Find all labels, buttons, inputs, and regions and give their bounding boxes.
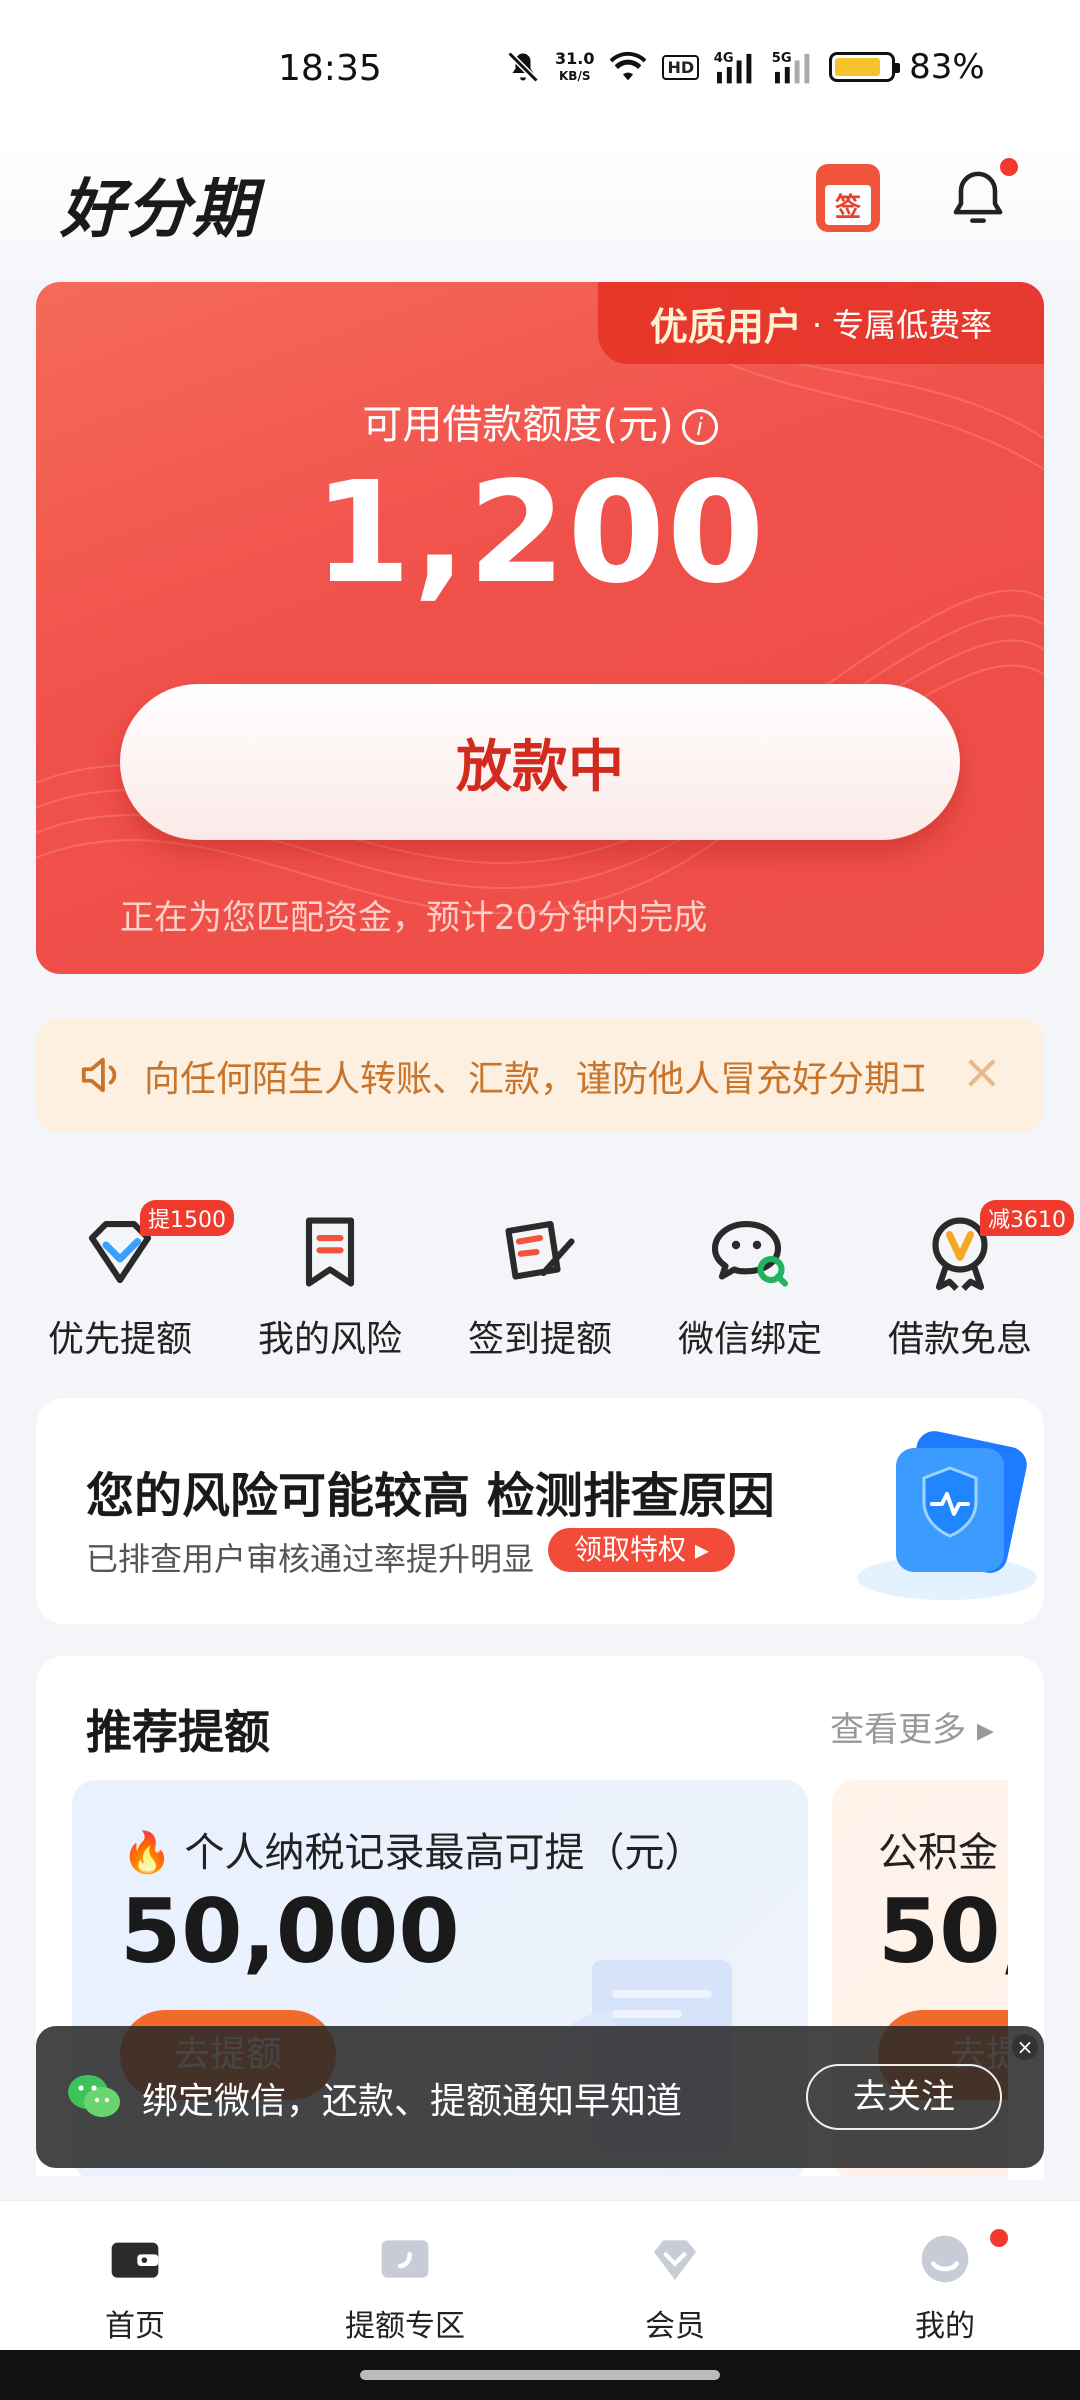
recommend-card-amount: 50,000: [120, 1880, 460, 1983]
quick-action-interest-free[interactable]: 借款免息 减3610: [860, 1200, 1074, 1370]
battery-icon: [829, 52, 901, 82]
app-logo: 好分期: [60, 172, 258, 247]
status-icons: 31.0 KB/S HD 4G 5G 83%: [505, 44, 985, 90]
quick-action-wechat-bind[interactable]: 微信绑定: [650, 1200, 850, 1370]
quick-action-tag: 提1500: [140, 1200, 234, 1236]
mute-icon: [505, 49, 541, 85]
wechat-toast: 绑定微信，还款、提额通知早知道 去关注 ×: [36, 2026, 1044, 2168]
risk-check-card[interactable]: 您的风险可能较高 检测排查原因 已排查用户审核通过率提升明显 领取特权 ▸: [36, 1398, 1044, 1624]
bell-icon: [953, 171, 1003, 223]
network-4g-label: 4G: [714, 51, 734, 66]
sign-pen-icon: [505, 1220, 575, 1280]
recommend-title: 推荐提额: [86, 1705, 270, 1759]
speaker-icon: [81, 1057, 117, 1093]
quick-action-my-risk[interactable]: 我的风险: [230, 1200, 430, 1370]
view-more-link[interactable]: 查看更多 ▸: [830, 1702, 994, 1751]
signal-4g-icon: 4G: [713, 49, 757, 85]
wechat-bind-icon: [711, 1220, 789, 1287]
net-speed-value: 31.0: [555, 48, 595, 68]
vip-badge-sub: · 专属低费率: [811, 306, 993, 344]
quick-action-label: 我的风险: [257, 1319, 402, 1360]
limit-label-text: 可用借款额度(元): [362, 402, 674, 448]
fire-icon: 🔥: [122, 1830, 172, 1876]
quick-action-tag: 减3610: [980, 1200, 1074, 1236]
system-nav-bar: [0, 2350, 1080, 2400]
quick-action-label: 借款免息: [887, 1319, 1032, 1360]
tab-label: 我的: [915, 2309, 975, 2344]
tab-mine[interactable]: 我的: [810, 2201, 1080, 2350]
net-speed: 31.0 KB/S: [555, 48, 595, 84]
home-indicator[interactable]: [360, 2370, 720, 2380]
quick-action-label: 微信绑定: [677, 1319, 822, 1360]
tab-boost-zone[interactable]: 提额专区: [270, 2201, 540, 2350]
quick-action-sign-boost[interactable]: 签到提额: [440, 1200, 640, 1370]
quick-action-label: 优先提额: [47, 1319, 192, 1360]
network-5g-label: 5G: [772, 51, 792, 66]
wechat-icon: [68, 2075, 120, 2117]
toast-message: 绑定微信，还款、提额通知早知道: [142, 2081, 683, 2122]
loan-status-button[interactable]: 放款中: [120, 684, 960, 840]
notification-dot: [1000, 158, 1018, 176]
claim-privilege-button[interactable]: 领取特权 ▸: [548, 1528, 735, 1572]
tab-notification-dot: [990, 2229, 1008, 2247]
close-toast-button[interactable]: ×: [1012, 2034, 1038, 2060]
boost-icon: [381, 2240, 429, 2278]
risk-title: 您的风险可能较高 检测排查原因: [86, 1468, 775, 1524]
status-time: 18:35: [278, 48, 382, 89]
tab-label: 首页: [105, 2309, 165, 2344]
quick-action-label: 签到提额: [467, 1319, 612, 1360]
face-icon: [921, 2235, 969, 2283]
fraud-notice-bar: 向任何陌生人转账、汇款，谨防他人冒充好分期工作人员 ×: [36, 1018, 1044, 1132]
wifi-icon: [608, 51, 648, 83]
tab-label: 提额专区: [345, 2309, 465, 2344]
bottom-tab-bar: 首页 提额专区 会员 我的: [0, 2200, 1080, 2350]
recommend-card-heading: 🔥 个人纳税记录最高可提（元）: [122, 1820, 705, 1878]
limit-label: 可用借款额度(元) i: [36, 392, 1044, 450]
net-speed-unit: KB/S: [559, 68, 591, 83]
shield-phone-icon: [857, 1431, 1037, 1600]
bookmark-risk-icon: [305, 1217, 355, 1287]
diamond-icon: [654, 2240, 696, 2280]
wallet-icon: [111, 2242, 159, 2278]
calendar-sign-icon: 签: [825, 185, 871, 225]
quick-action-priority-boost[interactable]: 优先提额 提1500: [20, 1200, 234, 1370]
limit-amount: 1,200: [313, 452, 767, 615]
quick-actions: 优先提额 提1500 我的风险 签到提额 微信绑定 借款免息 减3610: [20, 1200, 1074, 1370]
hd-icon: HD: [662, 54, 700, 80]
loan-status-note: 正在为您匹配资金，预计20分钟内完成: [120, 898, 708, 938]
tab-label: 会员: [645, 2309, 705, 2344]
vip-badge: 优质用户 · 专属低费率: [598, 282, 1044, 364]
fraud-notice-text: 向任何陌生人转账、汇款，谨防他人冒充好分期工作人员: [144, 1059, 924, 1100]
vip-badge-main: 优质用户: [649, 304, 802, 349]
sign-in-button[interactable]: 签: [816, 164, 880, 232]
info-icon[interactable]: i: [681, 409, 718, 445]
close-notice-button[interactable]: ×: [962, 1044, 1002, 1100]
tab-member[interactable]: 会员: [540, 2201, 810, 2350]
credit-limit-card: 优质用户 · 专属低费率 可用借款额度(元) i 1,200 放款中 正在为您匹配…: [36, 282, 1044, 974]
battery-percent: 83%: [909, 47, 985, 87]
tab-home[interactable]: 首页: [0, 2201, 270, 2350]
recommend-card-heading: 公积金: [878, 1830, 998, 1876]
recommend-card-heading-text: 个人纳税记录最高可提（元）: [184, 1830, 705, 1876]
risk-subtitle: 已排查用户审核通过率提升明显: [86, 1540, 535, 1578]
signal-5g-icon: 5G: [771, 49, 815, 85]
notification-button[interactable]: [944, 164, 1012, 232]
card-wave-pattern: [36, 282, 1044, 914]
follow-button[interactable]: 去关注: [806, 2064, 1002, 2130]
